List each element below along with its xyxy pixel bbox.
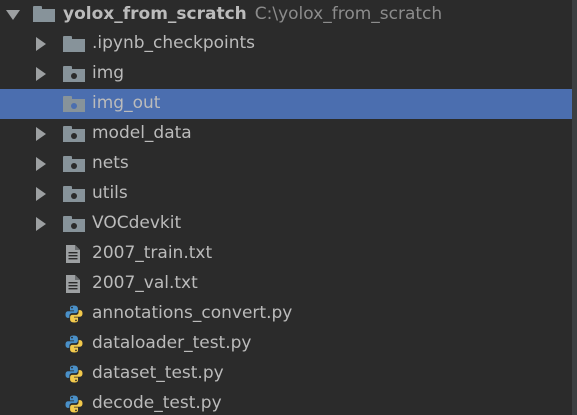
vertical-scrollbar[interactable]: [572, 0, 577, 415]
tree-item-nets[interactable]: nets: [0, 149, 577, 179]
tree-item-label: annotations_convert.py: [92, 303, 293, 323]
tree-item-label: dataloader_test.py: [92, 333, 252, 353]
tree-item-label: decode_test.py: [92, 393, 222, 413]
folder-icon: [63, 156, 85, 172]
python-file-icon: [65, 335, 83, 353]
tree-item-label: img_out: [92, 93, 161, 113]
tree-item-label: VOCdevkit: [92, 213, 182, 233]
tree-item-label: 2007_val.txt: [92, 273, 198, 293]
tree-item-img-out[interactable]: img_out: [0, 89, 572, 119]
project-tree: yolox_from_scratch C:\yolox_from_scratch …: [0, 0, 577, 415]
folder-icon: [63, 66, 85, 82]
tree-item-2007-val-txt[interactable]: 2007_val.txt: [0, 269, 577, 299]
root-folder-name: yolox_from_scratch: [63, 4, 247, 24]
tree-item-label: 2007_train.txt: [92, 243, 213, 263]
text-file-icon: [66, 275, 80, 293]
folder-icon: [63, 96, 85, 112]
python-file-icon: [65, 305, 83, 323]
tree-item-model-data[interactable]: model_data: [0, 119, 577, 149]
tree-item-dataset-test-py[interactable]: dataset_test.py: [0, 359, 577, 389]
tree-item-annotations-convert-py[interactable]: annotations_convert.py: [0, 299, 577, 329]
text-file-icon: [66, 245, 80, 263]
tree-item-label: model_data: [92, 123, 192, 143]
tree-item-label: img: [92, 63, 125, 83]
python-file-icon: [65, 395, 83, 413]
folder-icon: [63, 186, 85, 202]
chevron-right-icon[interactable]: [36, 67, 46, 81]
tree-root-row[interactable]: yolox_from_scratch C:\yolox_from_scratch: [0, 0, 577, 30]
tree-item-label: dataset_test.py: [92, 363, 224, 383]
tree-item-vocdevkit[interactable]: VOCdevkit: [0, 209, 577, 239]
chevron-right-icon[interactable]: [36, 127, 46, 141]
tree-item-label: nets: [92, 153, 129, 173]
tree-item-dataloader-test-py[interactable]: dataloader_test.py: [0, 329, 577, 359]
folder-icon: [63, 216, 85, 232]
python-file-icon: [65, 365, 83, 383]
folder-icon: [33, 6, 55, 22]
folder-icon: [63, 126, 85, 142]
chevron-down-icon[interactable]: [6, 10, 20, 20]
tree-item-utils[interactable]: utils: [0, 179, 577, 209]
chevron-right-icon[interactable]: [36, 187, 46, 201]
folder-icon: [63, 36, 85, 52]
tree-item-img[interactable]: img: [0, 59, 577, 89]
tree-item-decode-test-py[interactable]: decode_test.py: [0, 389, 577, 415]
tree-item-label: .ipynb_checkpoints: [92, 33, 256, 53]
tree-item-2007-train-txt[interactable]: 2007_train.txt: [0, 239, 577, 269]
chevron-right-icon[interactable]: [36, 157, 46, 171]
tree-item-ipynb-checkpoints[interactable]: .ipynb_checkpoints: [0, 29, 577, 59]
chevron-right-icon[interactable]: [36, 37, 46, 51]
root-label: yolox_from_scratch C:\yolox_from_scratch: [63, 4, 442, 24]
root-folder-path: C:\yolox_from_scratch: [254, 4, 443, 24]
chevron-right-icon[interactable]: [36, 217, 46, 231]
tree-item-label: utils: [92, 183, 128, 203]
